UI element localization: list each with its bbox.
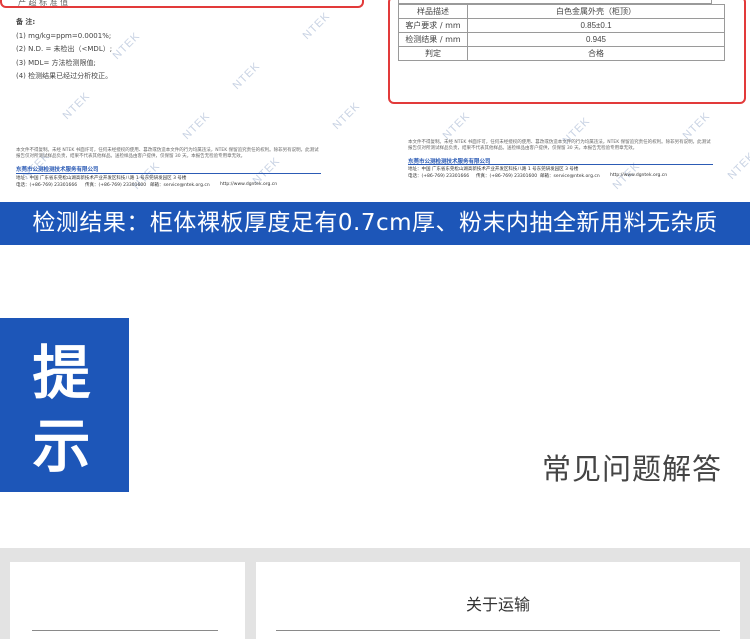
note-line: (3) MDL= 方法检测限值; xyxy=(16,58,96,67)
company-address: 地址：中国 广东省东莞松山湖高新技术产业开发区科技八路 1 号东莞研发园区 3 … xyxy=(16,176,187,181)
company-name: 东莞市公测检测技术服务有限公司 xyxy=(16,167,99,173)
tip-char: 示 xyxy=(32,412,91,480)
test-report-images: NTEK NTEK NTEK NTEK NTEK NTEK NTEK NTEK … xyxy=(0,0,750,200)
company-email: 邮箱：service@ntek.org.cn xyxy=(150,183,210,188)
note-line: (1) mg/kg=ppm=0.0001%; xyxy=(16,31,112,40)
note-line: (4) 检测结果已经过分析校正。 xyxy=(16,72,113,80)
report-left: 产 超 标 准 值 备 注: (1) mg/kg=ppm=0.0001%; (2… xyxy=(0,0,370,195)
report-right: 样品描述 白色金属外壳（柜顶） 客户要求 / mm 0.85±0.1 检测结果 … xyxy=(378,0,750,195)
company-tel: 电话：(+86-769) 23301666 xyxy=(408,174,470,179)
faq-heading: 常见问题解答 xyxy=(541,452,722,486)
disclaimer-line: 报告仅对所测试样品负责，结果不代表其他样品。送检样品由客户提供，仅保留 30 天… xyxy=(408,146,638,151)
table-value: 白色金属外壳（柜顶） xyxy=(467,4,725,19)
card-divider xyxy=(32,630,218,631)
company-fax: 传真：(+86-769) 23301600 xyxy=(85,183,147,188)
table-row: 样品描述 白色金属外壳（柜顶） xyxy=(398,4,725,19)
report-notes: 备 注: (1) mg/kg=ppm=0.0001%; (2) N.D. = 未… xyxy=(16,16,112,84)
divider xyxy=(408,164,713,165)
table-label: 判定 xyxy=(398,46,468,61)
note-line: (2) N.D. = 未检出（<MDL）; xyxy=(16,45,113,53)
table-label: 样品描述 xyxy=(398,4,468,19)
table-row: 客户要求 / mm 0.85±0.1 xyxy=(398,18,725,33)
table-label: 客户要求 / mm xyxy=(398,18,468,33)
faq-card[interactable] xyxy=(10,562,245,639)
company-web: http://www.dgntek.org.cn xyxy=(610,173,668,178)
card-divider xyxy=(276,630,720,631)
card-title: 关于运输 xyxy=(465,595,530,614)
company-fax: 传真：(+86-769) 23301600 xyxy=(476,174,538,179)
company-address: 地址：中国 广东省东莞松山湖高新技术产业开发区科技八路 1 号东莞研发园区 3 … xyxy=(408,167,579,172)
tip-block: 提 示 xyxy=(0,318,129,492)
company-tel: 电话：(+86-769) 23301666 xyxy=(16,183,78,188)
report-disclaimer: 本文件不得复制。未经 NTEK 书面许可，任何未经授权的使用、篡改或伪造本文件的… xyxy=(408,140,711,152)
report-disclaimer: 本文件不得复制。未经 NTEK 书面许可，任何未经授权的使用、篡改或伪造本文件的… xyxy=(16,148,319,160)
company-web: http://www.dgntek.org.cn xyxy=(220,182,278,187)
company-email: 邮箱：service@ntek.org.cn xyxy=(540,174,600,179)
table-row: 判定 合格 xyxy=(398,46,725,61)
table-value: 0.85±0.1 xyxy=(467,18,725,33)
result-banner: 检测结果：柜体裸板厚度足有0.7cm厚、粉末内抽全新用料无杂质 xyxy=(0,202,750,245)
result-table: 样品描述 白色金属外壳（柜顶） 客户要求 / mm 0.85±0.1 检测结果 … xyxy=(398,4,725,61)
tip-char: 提 xyxy=(32,339,91,407)
disclaimer-line: 报告仅对所测试样品负责，结果不代表其他样品。送检样品由客户提供，仅保留 30 天… xyxy=(16,154,246,159)
table-value: 0.945 xyxy=(467,32,725,47)
frame-text: 产 超 标 准 值 xyxy=(18,0,69,7)
table-row: 检测结果 / mm 0.945 xyxy=(398,32,725,47)
faq-card-shipping[interactable]: 关于运输 xyxy=(256,562,740,639)
divider xyxy=(16,173,321,174)
notes-title: 备 注: xyxy=(16,18,36,26)
table-label: 检测结果 / mm xyxy=(398,32,468,47)
table-value: 合格 xyxy=(467,46,725,61)
